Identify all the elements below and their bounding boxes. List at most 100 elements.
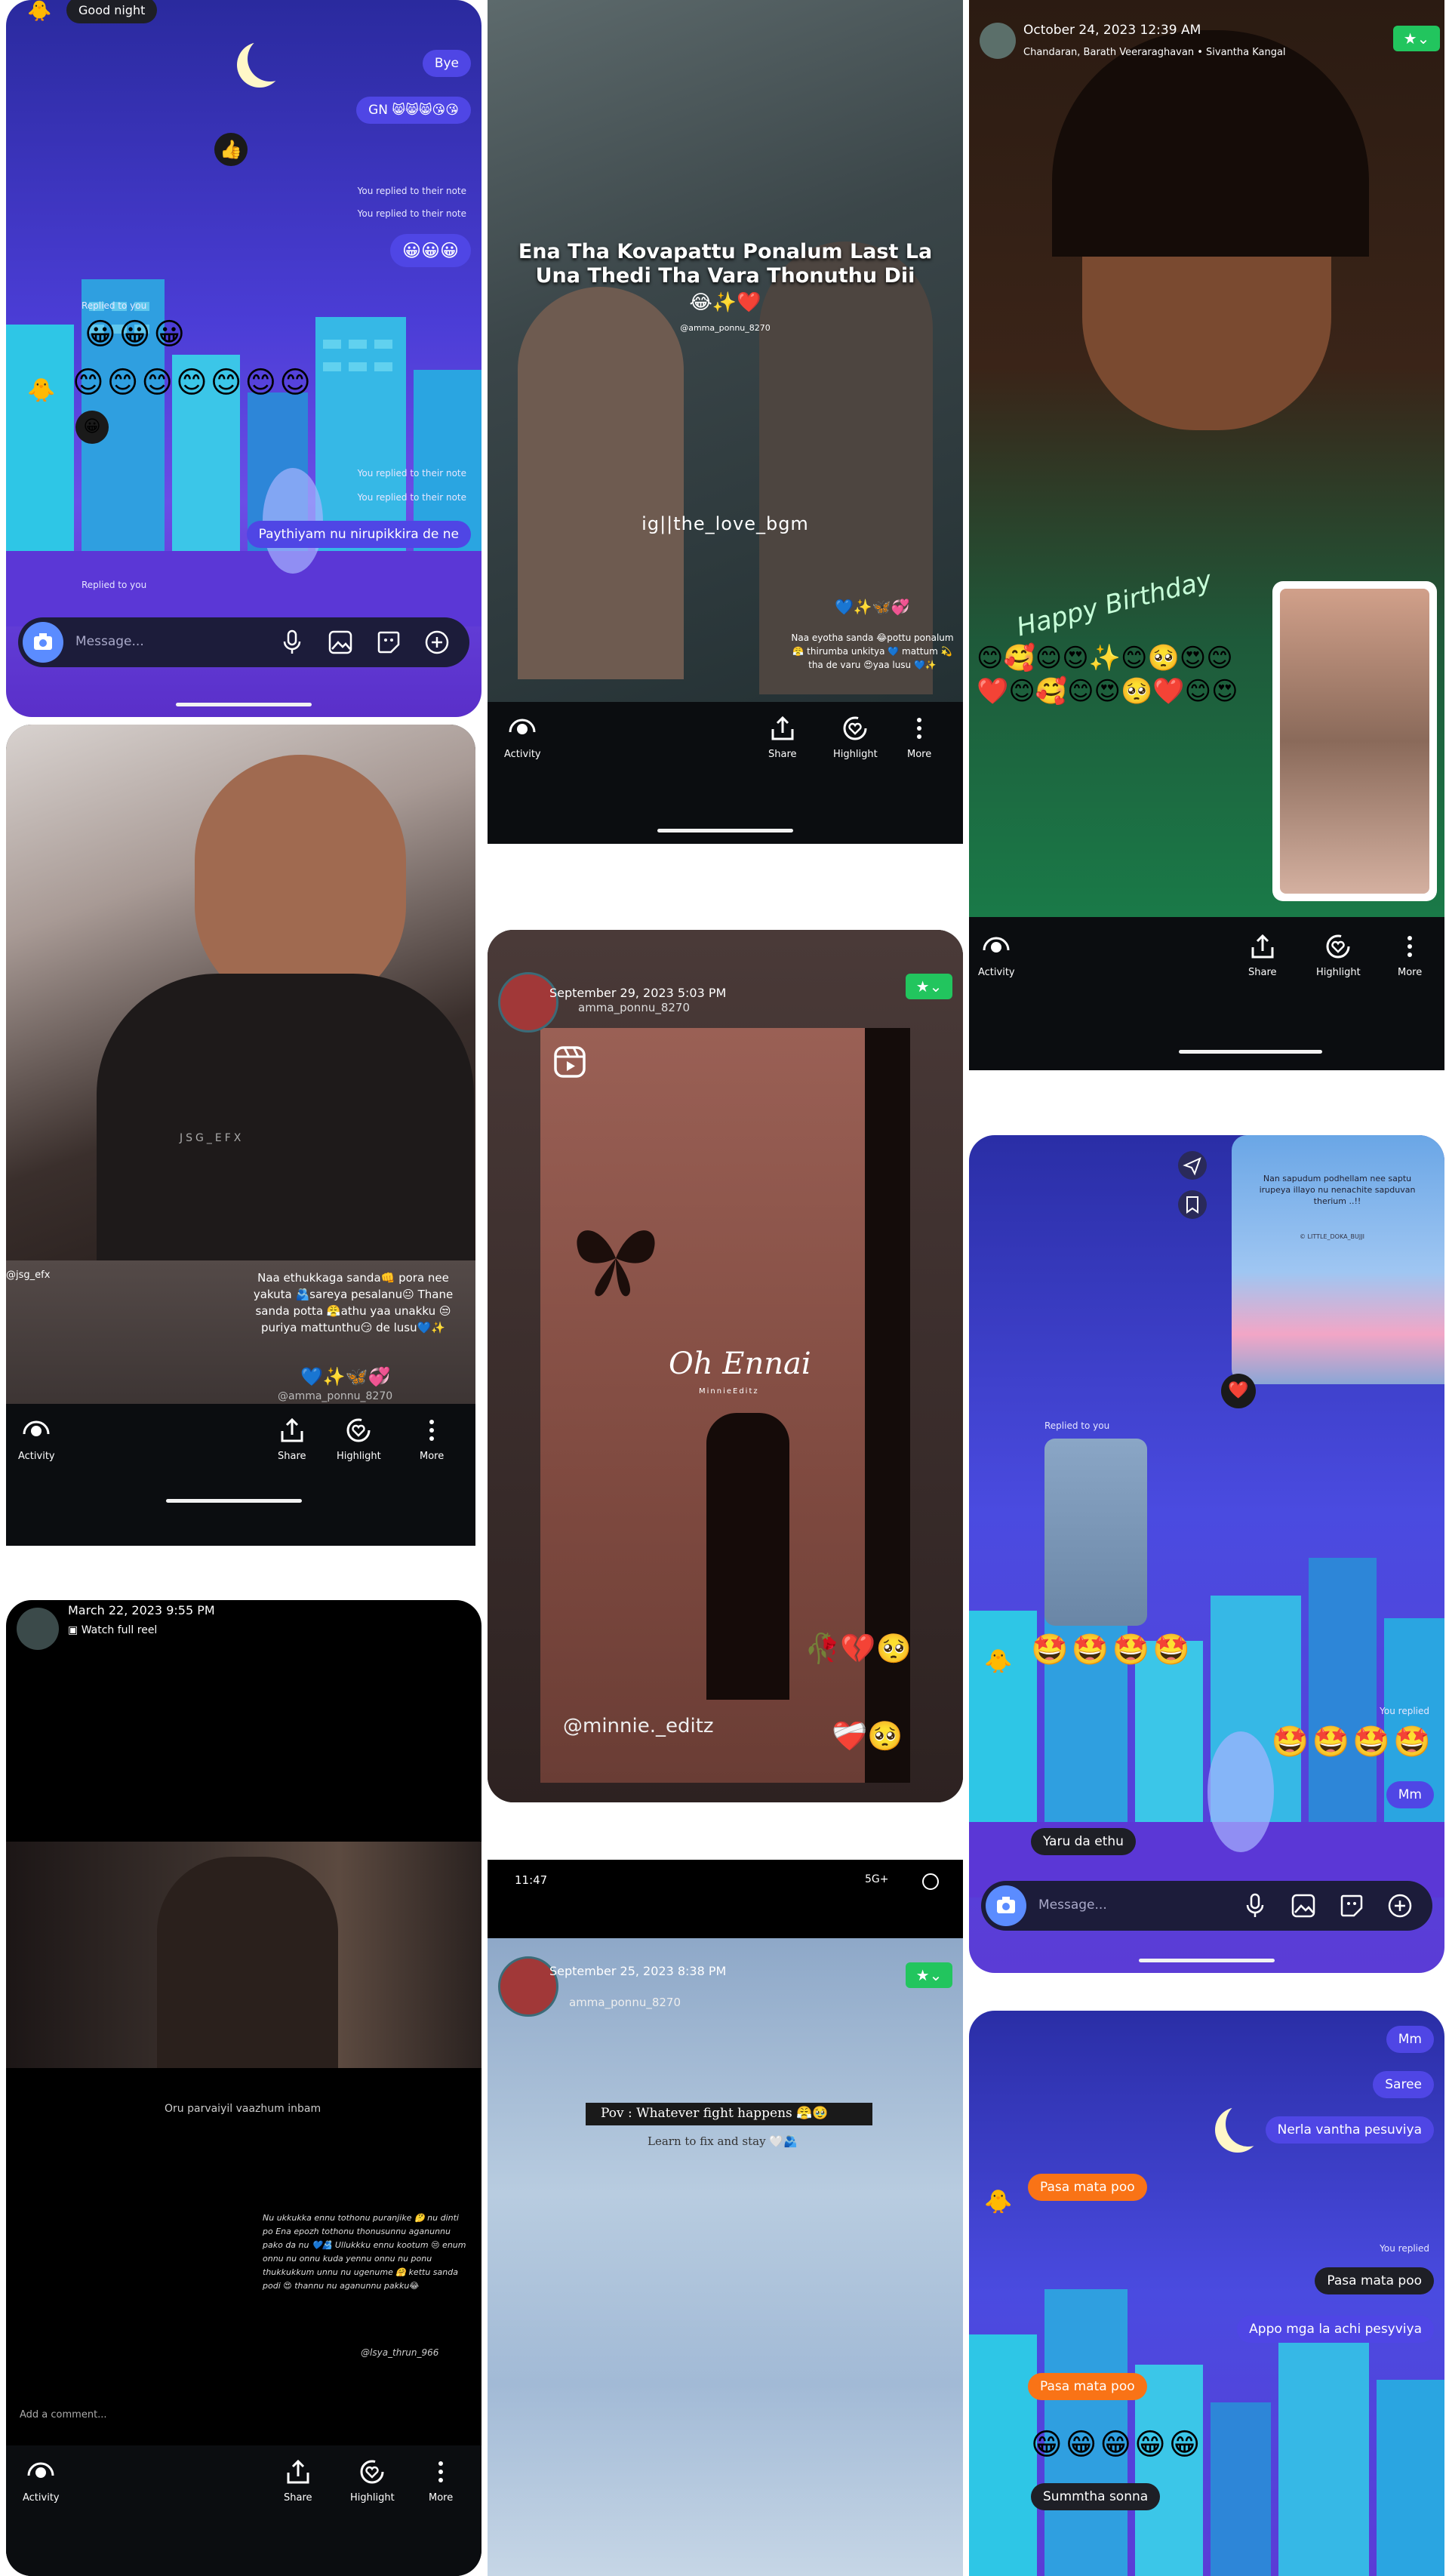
replied-to-you-label: Replied to you xyxy=(82,580,147,590)
more-icon xyxy=(438,2461,444,2482)
share-label: Share xyxy=(284,2492,312,2504)
more-button[interactable]: More xyxy=(1398,934,1422,978)
close-friends-badge[interactable]: ★⌄ xyxy=(906,974,952,999)
gallery-icon[interactable] xyxy=(328,629,353,655)
story-watermark: ig||the_love_bgm xyxy=(641,513,809,534)
moon-icon xyxy=(1226,2101,1271,2147)
activity-button[interactable]: Activity xyxy=(18,1417,55,1462)
save-icon[interactable] xyxy=(1177,1190,1208,1220)
message-grins[interactable]: 😀😀😀 xyxy=(389,234,471,267)
story-action-bar: Activity Share Highlight More xyxy=(6,1404,475,1546)
highlight-label: Highlight xyxy=(1316,967,1361,978)
highlight-button[interactable]: Highlight xyxy=(337,1417,381,1462)
preview-credit: © LITTLE_DOKA_BUJJI xyxy=(1300,1233,1364,1240)
plus-icon[interactable] xyxy=(1387,1893,1413,1919)
message-composer[interactable]: Message... xyxy=(981,1881,1432,1931)
share-button[interactable]: Share xyxy=(1248,934,1277,978)
emoji-row-seven[interactable]: 😊😊😊😊😊😊😊 xyxy=(72,365,314,400)
replied-note-label: You replied to their note xyxy=(357,186,466,196)
story-sky-quote: 11:47 5G+ September 25, 2023 8:38 PM amm… xyxy=(488,1860,963,2576)
message-input[interactable]: Message... xyxy=(75,634,144,649)
microphone-icon[interactable] xyxy=(1244,1893,1266,1919)
gallery-icon[interactable] xyxy=(1291,1893,1316,1919)
plus-icon[interactable] xyxy=(424,629,450,655)
reel-icon[interactable] xyxy=(552,1045,587,1079)
reel-handle: @minnie._editz xyxy=(563,1715,714,1737)
emoji-row-starstruck-2[interactable]: 🤩🤩🤩🤩 xyxy=(1272,1724,1434,1759)
home-indicator xyxy=(166,1499,302,1503)
you-replied-label: You replied xyxy=(1380,1706,1429,1716)
reel-emoji: 🥀💔🥺 xyxy=(804,1632,912,1665)
highlight-button[interactable]: Highlight xyxy=(833,716,878,760)
replied-preview[interactable] xyxy=(1044,1439,1147,1626)
emoji-row-grins[interactable]: 😁😁😁😁😁 xyxy=(1031,2427,1204,2462)
message-summ[interactable]: Summtha sonna xyxy=(1031,2483,1161,2510)
activity-button[interactable]: Activity xyxy=(504,716,541,760)
share-button[interactable]: Share xyxy=(284,2459,312,2504)
reaction-thumbs: 👍 xyxy=(214,133,248,166)
activity-label: Activity xyxy=(978,967,1015,978)
message-pasa-1[interactable]: Pasa mata poo xyxy=(1028,2174,1147,2201)
more-button[interactable]: More xyxy=(420,1417,444,1462)
sky-photo xyxy=(488,1938,963,2576)
message-good-night: Good night xyxy=(66,0,158,23)
sticker-icon[interactable] xyxy=(1339,1893,1364,1919)
couple-silhouette xyxy=(157,1857,338,2068)
message-appo[interactable]: Appo mga la achi pesyviya xyxy=(1237,2316,1434,2343)
message-yaru[interactable]: Yaru da ethu xyxy=(1031,1828,1136,1855)
watch-full-reel[interactable]: ▣ Watch full reel xyxy=(68,1624,157,1636)
wall-shadow xyxy=(865,1028,910,1783)
more-label: More xyxy=(420,1451,445,1462)
share-button[interactable]: Share xyxy=(768,716,797,760)
message-pasa-2[interactable]: Pasa mata poo xyxy=(1315,2267,1434,2294)
close-friends-badge[interactable]: ★⌄ xyxy=(1393,26,1440,51)
message-mm[interactable]: Mm xyxy=(1386,2026,1434,2053)
heart-reaction: ❤️ xyxy=(1221,1374,1256,1408)
person-head xyxy=(195,755,406,1011)
share-icon xyxy=(771,716,794,740)
story-oh-ennai: September 29, 2023 5:03 PM amma_ponnu_82… xyxy=(488,930,963,1802)
share-label: Share xyxy=(768,749,797,760)
highlight-icon xyxy=(1326,934,1350,959)
more-button[interactable]: More xyxy=(429,2459,453,2504)
emoji-row-starstruck[interactable]: 🤩🤩🤩🤩 xyxy=(1031,1632,1193,1667)
message-composer[interactable]: Message... xyxy=(18,617,469,667)
message-bye[interactable]: Bye xyxy=(422,50,471,77)
message-nerla[interactable]: Nerla vantha pesuviya xyxy=(1265,2116,1434,2144)
more-button[interactable]: More xyxy=(907,716,931,760)
story-movie-quote: Ena Tha Kovapattu Ponalum Last La Una Th… xyxy=(488,0,963,844)
message-paythiyam[interactable]: Paythiyam nu nirupikkira de ne xyxy=(246,521,471,548)
activity-label: Activity xyxy=(18,1451,55,1462)
story-avatar xyxy=(980,23,1016,59)
microphone-icon[interactable] xyxy=(281,629,303,655)
replied-note-label: You replied to their note xyxy=(357,208,466,219)
sticker-icon[interactable] xyxy=(376,629,401,655)
message-input[interactable]: Message... xyxy=(1038,1897,1107,1913)
home-indicator xyxy=(176,703,312,706)
message-pasa-3[interactable]: Pasa mata poo xyxy=(1028,2373,1147,2400)
story-caption-main: Ena Tha Kovapattu Ponalum Last La Una Th… xyxy=(518,240,933,288)
share-button[interactable]: Share xyxy=(278,1417,306,1462)
story-action-bar: Activity Share Highlight More xyxy=(6,2445,481,2576)
photo-collage[interactable] xyxy=(1272,581,1437,901)
camera-button[interactable] xyxy=(986,1885,1026,1926)
story-credit: @amma_ponnu_8270 xyxy=(680,323,771,333)
highlight-label: Highlight xyxy=(350,2492,395,2504)
message-saree[interactable]: Saree xyxy=(1373,2071,1434,2098)
send-icon[interactable] xyxy=(1177,1150,1208,1180)
message-mm[interactable]: Mm xyxy=(1386,1781,1434,1808)
close-friends-badge[interactable]: ★⌄ xyxy=(906,1962,952,1988)
emoji-row-three[interactable]: 😀😀😀 xyxy=(85,317,188,352)
highlight-button[interactable]: Highlight xyxy=(350,2459,395,2504)
highlight-button[interactable]: Highlight xyxy=(1316,934,1361,978)
share-icon xyxy=(287,2459,309,2484)
story-birthday: October 24, 2023 12:39 AM Chandaran, Bar… xyxy=(969,0,1444,1070)
camera-button[interactable] xyxy=(23,622,63,663)
activity-button[interactable]: Activity xyxy=(978,934,1015,978)
message-gn[interactable]: GN 😸😸😸😘😘 xyxy=(356,97,471,124)
activity-button[interactable]: Activity xyxy=(23,2459,60,2504)
emoji-scatter: 😊🥰😊😍✨😊🥺😍😊❤️😊🥰😊😍🥺❤️😊😍 xyxy=(977,643,1238,706)
you-replied-label: You replied xyxy=(1380,2243,1429,2254)
comment-input[interactable]: Add a comment... xyxy=(20,2409,107,2421)
shared-reel-preview[interactable]: Nan sapudum podhellam nee saptu irupeya … xyxy=(1232,1135,1444,1384)
